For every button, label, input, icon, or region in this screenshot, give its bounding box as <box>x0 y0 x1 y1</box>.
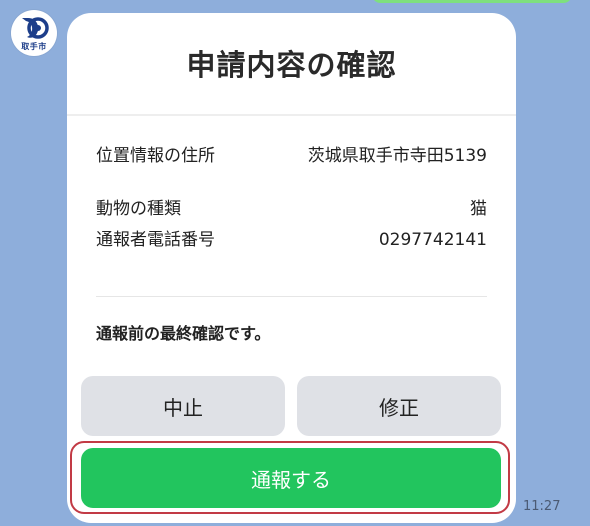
row-label: 動物の種類 <box>96 199 181 219</box>
edit-button[interactable]: 修正 <box>297 376 501 436</box>
avatar-label: 取手市 <box>21 42 47 51</box>
submit-report-button[interactable]: 通報する <box>81 448 501 508</box>
avatar[interactable]: 取手市 <box>11 10 57 56</box>
detail-row-phone: 通報者電話番号 0297742141 <box>96 227 487 279</box>
title-divider <box>67 114 516 116</box>
row-label: 位置情報の住所 <box>96 146 215 166</box>
previous-message-bubble <box>372 0 572 3</box>
row-value: 猫 <box>470 199 487 219</box>
row-label: 通報者電話番号 <box>96 230 215 250</box>
detail-row-animal: 動物の種類 猫 <box>96 196 487 222</box>
detail-row-address: 位置情報の住所 茨城県取手市寺田5139 <box>96 143 487 195</box>
row-value: 茨城県取手市寺田5139 <box>307 146 487 166</box>
row-value: 0297742141 <box>378 230 487 250</box>
final-confirmation-note: 通報前の最終確認です。 <box>96 324 271 343</box>
city-emblem-icon <box>22 17 49 39</box>
message-timestamp: 11:27 <box>523 499 561 514</box>
cancel-button[interactable]: 中止 <box>81 376 285 436</box>
card-title: 申請内容の確認 <box>186 48 397 82</box>
body-divider <box>96 296 487 297</box>
confirmation-card: 申請内容の確認 位置情報の住所 茨城県取手市寺田5139 動物の種類 猫 通報者… <box>67 13 516 523</box>
